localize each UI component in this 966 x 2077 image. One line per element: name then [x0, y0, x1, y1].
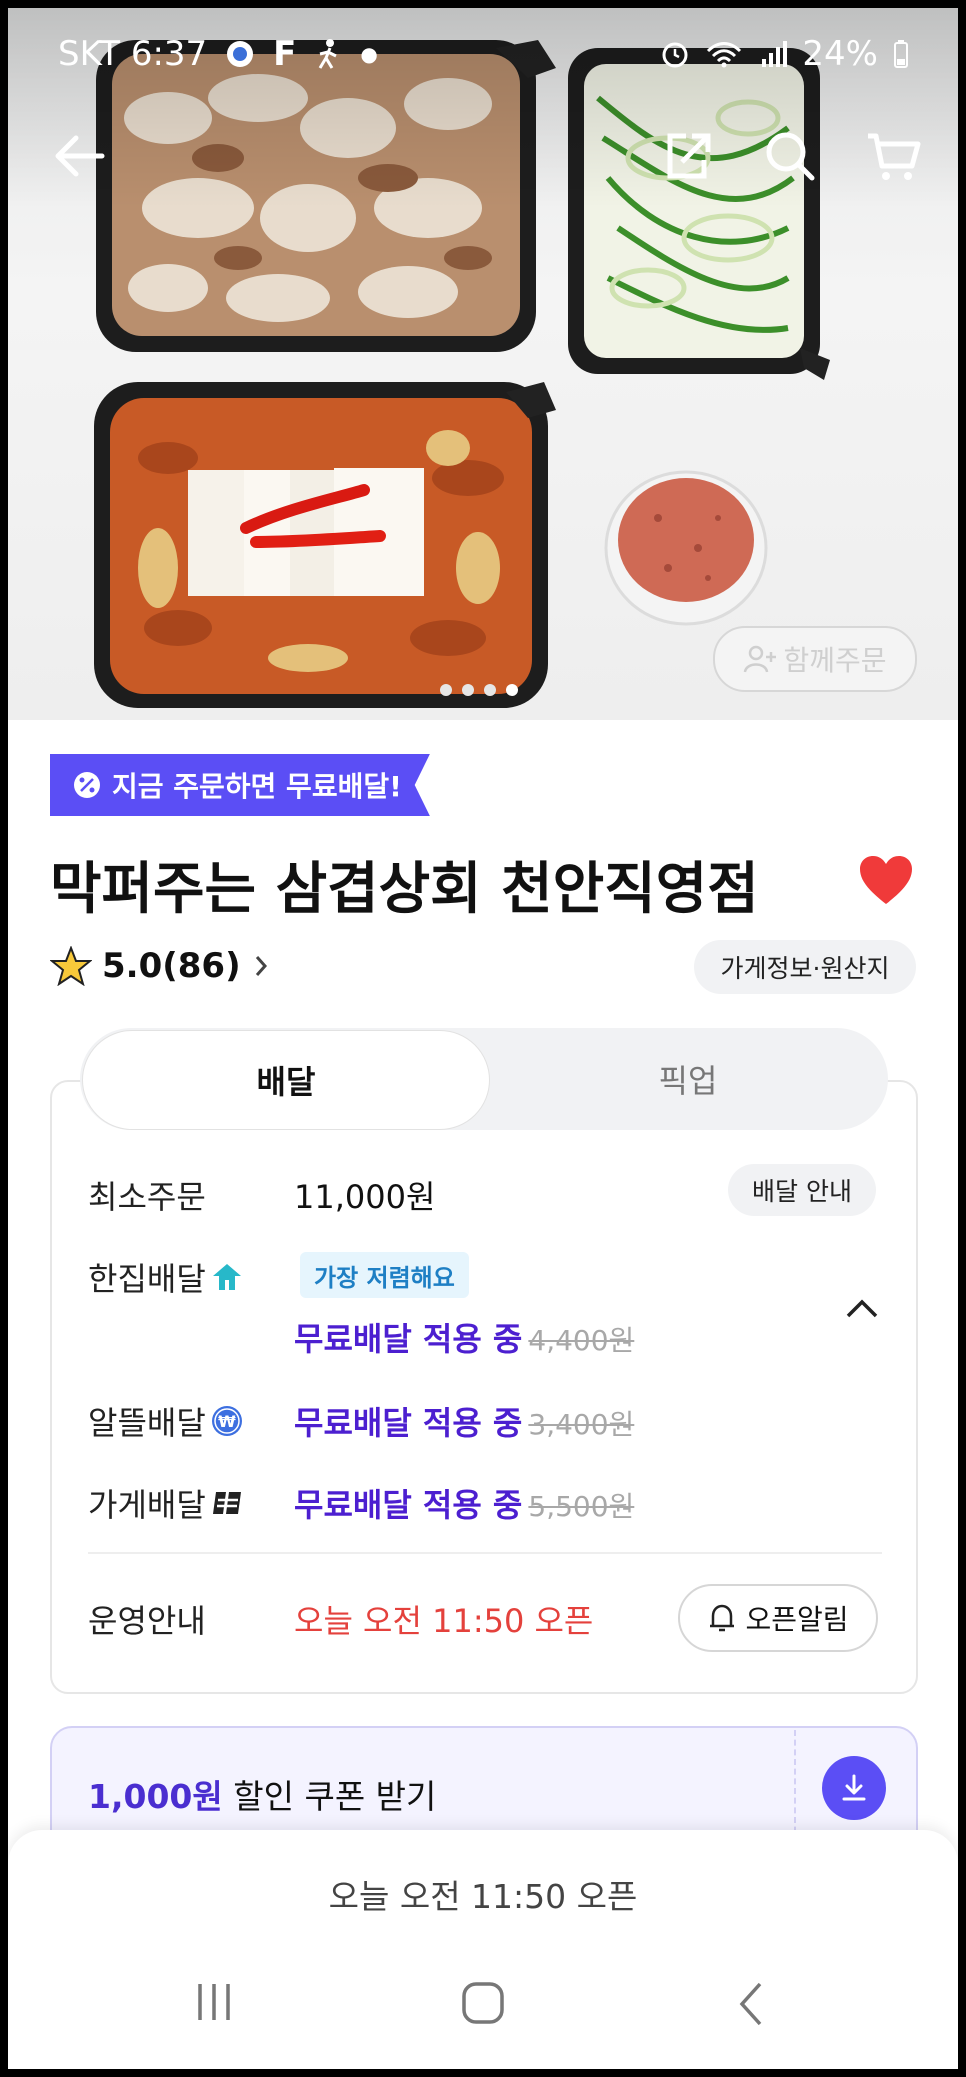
app-screen: SKT 6:37 F ● 24% 함께주문 지금 주문하면 무료배달! 막퍼주는… — [8, 8, 958, 2069]
hours-label: 운영안내 — [88, 1602, 206, 1640]
image-page-dots — [440, 684, 518, 696]
battery-icon — [894, 40, 908, 68]
option-store-delivery: 가게배달 — [88, 1480, 244, 1526]
option-altteul-fee: 무료배달 적용 중 3,400원 — [294, 1398, 634, 1444]
alarm-icon — [662, 42, 688, 68]
coupon-amount: 1,000원 — [88, 1777, 223, 1816]
option-store-delivery-fee: 무료배달 적용 중 5,500원 — [294, 1480, 634, 1526]
tab-delivery[interactable]: 배달 — [82, 1030, 490, 1130]
search-icon[interactable] — [760, 126, 820, 186]
store-delivery-icon — [212, 1492, 241, 1514]
open-alarm-button[interactable]: 오픈알림 — [678, 1584, 878, 1652]
status-bar-right: 24% — [660, 34, 910, 74]
promo-text: 지금 주문하면 무료배달! — [112, 770, 402, 803]
hours-value: 오늘 오전 11:50 오픈 — [294, 1602, 594, 1640]
bottom-open-time: 오늘 오전 11:50 오픈 — [328, 1877, 638, 1916]
add-person-icon — [744, 645, 777, 673]
page-dot-active — [506, 684, 518, 696]
svg-text:₩: ₩ — [218, 1412, 236, 1431]
f-status-icon: F — [273, 34, 297, 74]
coupon-percent-icon — [74, 772, 100, 798]
food-photo — [8, 8, 958, 708]
min-order-label: 최소주문 — [88, 1178, 206, 1216]
walking-icon — [319, 39, 338, 69]
rating-value: 5.0(86) — [102, 946, 241, 986]
page-dot — [484, 684, 496, 696]
page-dot — [462, 684, 474, 696]
option-name: 알뜰배달 — [88, 1404, 206, 1442]
recent-apps-icon[interactable] — [192, 1980, 236, 2024]
chevron-right-icon — [255, 956, 267, 976]
store-info-button[interactable]: 가게정보·원산지 — [694, 940, 916, 994]
star-icon — [50, 946, 92, 986]
together-order-label: 함께주문 — [783, 644, 887, 677]
rating-link[interactable]: 5.0(86) — [50, 946, 271, 986]
back-arrow-icon[interactable] — [50, 126, 110, 186]
option-hanjip: 한집배달 — [88, 1254, 244, 1300]
favorite-heart-icon[interactable] — [858, 854, 914, 906]
won-coin-icon: ₩ — [211, 1406, 242, 1436]
battery-percent: 24% — [802, 34, 878, 74]
original-fee: 3,400원 — [528, 1408, 635, 1441]
original-fee: 4,400원 — [528, 1324, 635, 1357]
chevron-up-icon[interactable] — [844, 1296, 880, 1320]
dot-status-icon: ● — [360, 42, 378, 66]
house-arrow-icon — [212, 1264, 241, 1290]
cart-icon[interactable] — [864, 126, 924, 186]
carrier-time: SKT 6:37 — [58, 34, 208, 74]
option-altteul: 알뜰배달 ₩ — [88, 1398, 244, 1444]
page-dot — [440, 684, 452, 696]
tab-pickup[interactable]: 픽업 — [488, 1030, 888, 1128]
option-name: 한집배달 — [88, 1260, 206, 1298]
status-bar-left: SKT 6:37 F ● — [58, 34, 378, 74]
coupon-download-button[interactable] — [822, 1756, 886, 1820]
bell-icon — [710, 1604, 735, 1632]
download-icon — [842, 1774, 866, 1801]
home-icon[interactable] — [460, 1980, 506, 2026]
shield-status-icon — [227, 41, 254, 67]
free-delivery-status: 무료배달 적용 중 — [294, 1486, 523, 1524]
wifi-icon — [707, 42, 742, 68]
option-hanjip-fee: 무료배달 적용 중 4,400원 — [294, 1314, 634, 1360]
coupon-label: 할인 쿠폰 받기 — [233, 1777, 437, 1816]
free-delivery-status: 무료배달 적용 중 — [294, 1320, 523, 1358]
share-icon[interactable] — [656, 126, 716, 186]
bottom-sheet — [8, 1830, 958, 2069]
open-alarm-label: 오픈알림 — [745, 1603, 849, 1636]
free-delivery-status: 무료배달 적용 중 — [294, 1404, 523, 1442]
original-fee: 5,500원 — [528, 1490, 635, 1523]
free-delivery-promo-banner: 지금 주문하면 무료배달! — [50, 754, 430, 816]
back-nav-icon[interactable] — [734, 1980, 768, 2028]
delivery-guide-button[interactable]: 배달 안내 — [728, 1164, 876, 1216]
together-order-button[interactable]: 함께주문 — [713, 626, 917, 692]
cheapest-badge: 가장 저렴해요 — [300, 1252, 469, 1298]
store-name: 막퍼주는 삼겹상회 천안직영점 — [50, 857, 759, 922]
coupon-text: 1,000원 할인 쿠폰 받기 — [88, 1770, 436, 1818]
option-name: 가게배달 — [88, 1486, 206, 1524]
signal-icon — [762, 41, 788, 67]
min-order-value: 11,000원 — [294, 1178, 436, 1216]
divider — [88, 1552, 882, 1554]
store-hero-image[interactable]: SKT 6:37 F ● 24% 함께주문 — [8, 8, 958, 720]
